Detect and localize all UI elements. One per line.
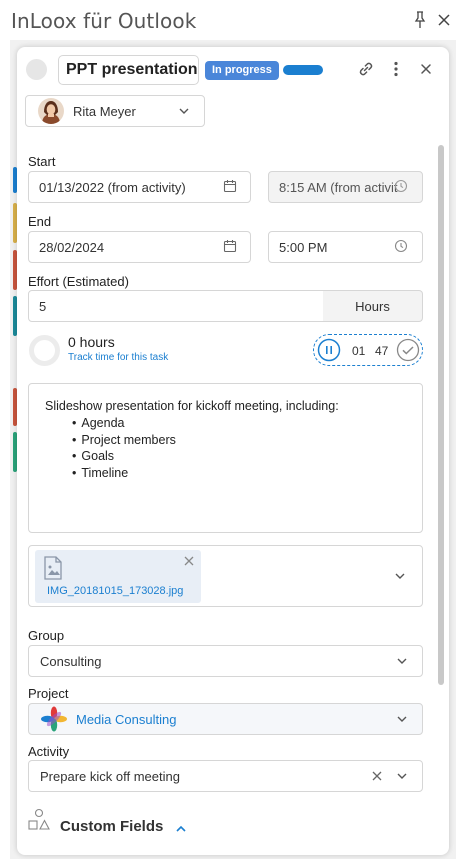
shapes-icon <box>28 808 50 830</box>
chevron-up-icon[interactable] <box>174 822 188 836</box>
chevron-down-icon[interactable] <box>393 569 407 583</box>
list-item: Goals <box>72 448 422 465</box>
pause-icon[interactable] <box>317 338 341 362</box>
start-date-field[interactable]: 01/13/2022 (from activity) <box>28 171 251 203</box>
complete-task-checkbox[interactable] <box>26 59 47 80</box>
end-date-field[interactable]: 28/02/2024 <box>28 231 251 263</box>
project-dropdown[interactable]: Media Consulting <box>28 703 423 735</box>
custom-fields-toggle[interactable]: Custom Fields <box>60 818 163 835</box>
effort-unit: Hours <box>323 290 423 322</box>
start-time-field: 8:15 AM (from activit <box>268 171 423 203</box>
task-title-input[interactable]: PPT presentation <box>58 55 199 85</box>
owner-dropdown[interactable]: Rita Meyer <box>25 95 205 127</box>
description-list: Agenda Project members Goals Timeline <box>72 415 422 481</box>
pane-title: InLoox für Outlook <box>11 9 197 33</box>
chevron-down-icon <box>397 658 407 664</box>
avatar <box>38 98 64 124</box>
end-time-field[interactable]: 5:00 PM <box>268 231 423 263</box>
pane-titlebar: InLoox für Outlook <box>0 0 456 40</box>
project-value: Media Consulting <box>76 712 177 727</box>
clock-icon <box>394 179 408 193</box>
project-logo-icon <box>41 706 67 732</box>
group-label: Group <box>28 628 65 643</box>
chevron-down-icon <box>397 716 407 722</box>
attachments-panel: IMG_20181015_173028.jpg <box>28 545 423 607</box>
owner-name: Rita Meyer <box>73 104 136 119</box>
activity-label: Activity <box>28 744 70 759</box>
description-editor[interactable]: Slideshow presentation for kickoff meeti… <box>28 383 423 533</box>
close-pane-icon[interactable] <box>436 11 452 29</box>
tracked-hours: 0 hours <box>68 334 115 350</box>
timer-widget: 01 47 <box>313 334 423 366</box>
group-value: Consulting <box>40 654 102 669</box>
pin-icon[interactable] <box>412 11 428 29</box>
remove-attachment-icon[interactable] <box>183 555 195 567</box>
start-date-value: 01/13/2022 (from activity) <box>39 180 186 195</box>
task-header: PPT presentation In progress Rita Meyer <box>17 47 449 137</box>
track-time-link[interactable]: Track time for this task <box>68 352 168 363</box>
chevron-down-icon[interactable] <box>395 769 409 783</box>
timer-minutes: 01 <box>352 344 366 358</box>
effort-input[interactable]: 5 <box>28 290 324 322</box>
calendar-icon[interactable] <box>223 179 237 193</box>
start-time-value: 8:15 AM (from activit <box>279 180 398 195</box>
list-item: Project members <box>72 432 422 449</box>
list-item: Timeline <box>72 465 422 482</box>
end-date-value: 28/02/2024 <box>39 240 105 255</box>
task-details-form: Start 01/13/2022 (from activity) 8:15 AM… <box>17 137 449 855</box>
activity-value: Prepare kick off meeting <box>40 769 180 784</box>
list-item: Agenda <box>72 415 422 432</box>
image-file-icon <box>44 556 62 580</box>
timer-seconds: 47 <box>375 344 389 358</box>
end-time-value: 5:00 PM <box>279 240 328 255</box>
effort-label: Effort (Estimated) <box>28 274 129 289</box>
clock-icon[interactable] <box>394 239 408 253</box>
activity-dropdown[interactable]: Prepare kick off meeting <box>28 760 423 792</box>
description-intro: Slideshow presentation for kickoff meeti… <box>45 399 339 413</box>
status-badge[interactable]: In progress <box>205 61 279 80</box>
project-label: Project <box>28 686 69 701</box>
scrollbar[interactable] <box>438 145 444 685</box>
time-progress-ring <box>29 335 60 366</box>
check-icon[interactable] <box>396 338 420 362</box>
close-icon[interactable] <box>416 59 436 79</box>
progress-indicator <box>283 65 323 75</box>
attachment-filename[interactable]: IMG_20181015_173028.jpg <box>47 585 183 597</box>
calendar-icon[interactable] <box>223 239 237 253</box>
chevron-down-icon <box>179 108 189 114</box>
effort-value: 5 <box>39 299 47 314</box>
attachment-chip[interactable]: IMG_20181015_173028.jpg <box>35 550 201 603</box>
more-options-icon[interactable] <box>386 59 406 79</box>
link-icon[interactable] <box>356 59 376 79</box>
group-dropdown[interactable]: Consulting <box>28 645 423 677</box>
task-card: PPT presentation In progress Rita Meyer <box>17 47 449 855</box>
start-label: Start <box>28 154 56 169</box>
end-label: End <box>28 214 52 229</box>
clear-icon[interactable] <box>370 769 384 783</box>
